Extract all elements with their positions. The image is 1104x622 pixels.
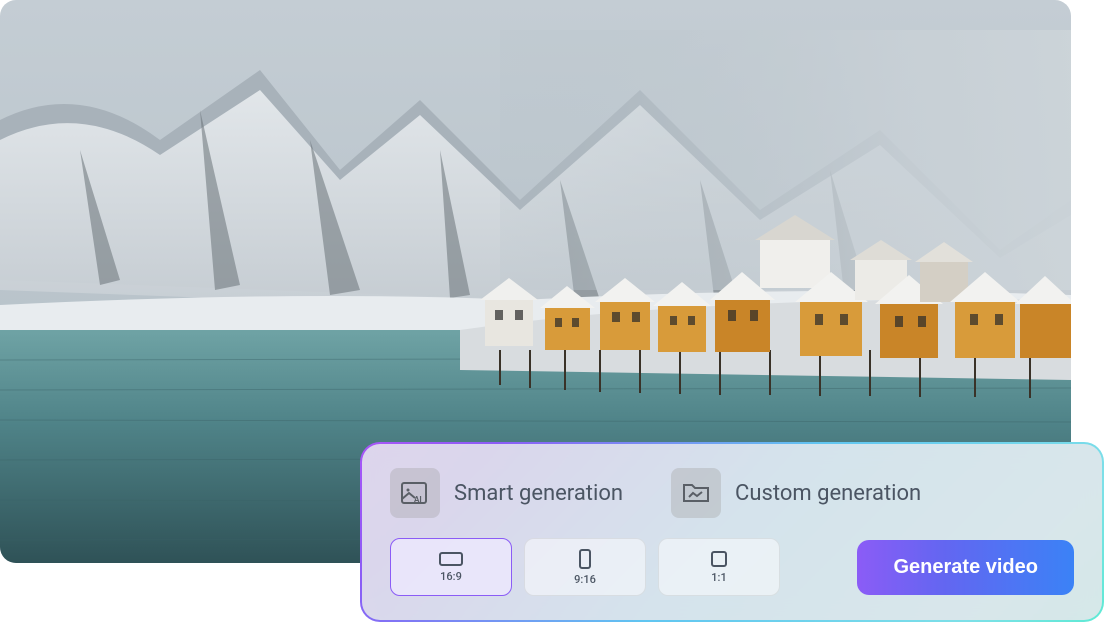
ratio-shape-icon (711, 551, 727, 567)
ratio-shape-icon (579, 549, 591, 569)
svg-text:AI: AI (414, 495, 422, 504)
custom-generation-option[interactable]: Custom generation (671, 468, 921, 518)
ratio-label: 1:1 (711, 571, 726, 584)
panel-inner: AI Smart generation Custom generation 16… (362, 444, 1102, 620)
folder-image-icon (671, 468, 721, 518)
image-ai-icon: AI (390, 468, 440, 518)
aspect-ratio-16-9[interactable]: 16:9 (390, 538, 512, 596)
aspect-ratio-1-1[interactable]: 1:1 (658, 538, 780, 596)
smart-generation-option[interactable]: AI Smart generation (390, 468, 623, 518)
ratio-shape-icon (439, 552, 463, 566)
generation-mode-row: AI Smart generation Custom generation (390, 468, 1074, 518)
custom-generation-label: Custom generation (735, 481, 921, 506)
generate-video-button[interactable]: Generate video (857, 540, 1074, 595)
smart-generation-label: Smart generation (454, 481, 623, 506)
generation-control-panel: AI Smart generation Custom generation 16… (360, 442, 1104, 622)
ratio-label: 16:9 (440, 570, 462, 583)
ratio-label: 9:16 (574, 573, 596, 586)
aspect-ratio-9-16[interactable]: 9:16 (524, 538, 646, 596)
controls-row: 16:9 9:16 1:1 Generate video (390, 538, 1074, 596)
